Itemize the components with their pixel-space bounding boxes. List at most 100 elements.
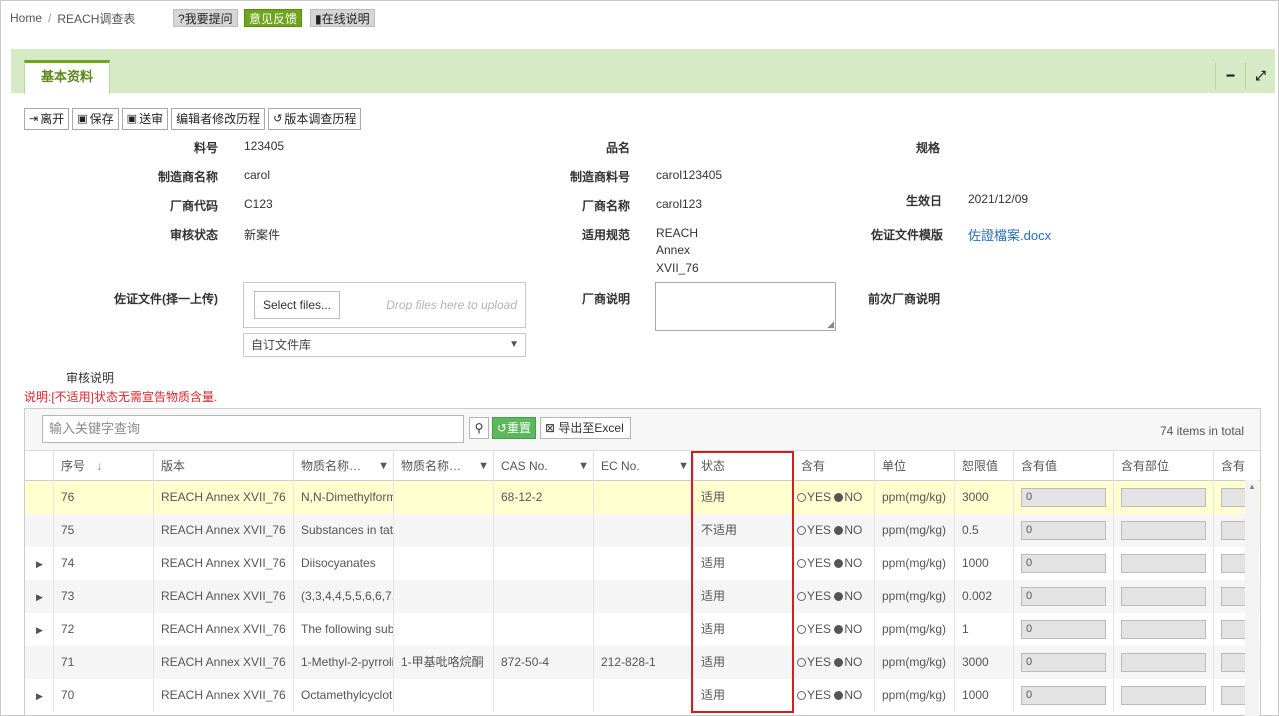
cell-name-en: Octamethylcyclot <box>293 679 393 712</box>
radio-yes[interactable] <box>797 526 806 535</box>
tab-basic-info[interactable]: 基本资料 <box>24 60 110 94</box>
col-location[interactable]: 含有部位 <box>1113 451 1213 481</box>
expand-icon[interactable]: ⤢ <box>1245 63 1275 89</box>
radio-yes[interactable] <box>797 493 806 502</box>
col-contains[interactable]: 含有 <box>793 451 874 481</box>
location-input[interactable] <box>1121 587 1206 606</box>
file-upload-area[interactable]: Select files... Drop files here to uploa… <box>243 282 526 328</box>
radio-yes[interactable] <box>797 559 806 568</box>
cell-seq: 74 <box>53 547 153 580</box>
maker-part-label: 制造商料号 <box>569 170 630 184</box>
col-name-cn[interactable]: 物质名称… ▼ <box>393 451 493 481</box>
cell-value: 0 <box>1013 646 1113 679</box>
radio-yes[interactable] <box>797 658 806 667</box>
location-input[interactable] <box>1121 653 1206 672</box>
col-limit[interactable]: 恕限值 <box>954 451 1013 481</box>
cell-contains: YES NO <box>793 679 874 712</box>
cell-version: REACH Annex XVII_76 <box>153 613 293 646</box>
yes-label: YES <box>807 622 832 636</box>
radio-yes[interactable] <box>797 625 806 634</box>
resize-grip-icon[interactable]: ◢ <box>827 319 834 330</box>
col-cas[interactable]: CAS No. ▼ <box>493 451 593 481</box>
col-unit[interactable]: 单位 <box>874 451 954 481</box>
value-input[interactable]: 0 <box>1021 554 1106 573</box>
select-files-button[interactable]: Select files... <box>254 291 340 319</box>
table-row[interactable]: ▶ 73 REACH Annex XVII_76 (3,3,4,4,5,5,6,… <box>25 580 1260 613</box>
cell-ec: 212-828-1 <box>593 646 693 679</box>
radio-no[interactable] <box>834 526 844 535</box>
table-row[interactable]: ▶ 72 REACH Annex XVII_76 The following s… <box>25 613 1260 646</box>
filter-icon[interactable]: ▼ <box>478 451 489 481</box>
submit-button[interactable]: ▣ 送审 <box>121 108 169 130</box>
filter-icon[interactable]: ▼ <box>678 451 689 481</box>
radio-no[interactable] <box>834 559 844 568</box>
cell-ec <box>593 679 693 712</box>
cell-unit: ppm(mg/kg) <box>874 514 954 547</box>
online-help-button[interactable]: ▮在线说明 <box>310 9 375 27</box>
search-icon[interactable]: ⚲ <box>469 417 489 439</box>
col-value[interactable]: 含有值 <box>1013 451 1113 481</box>
save-button[interactable]: ▣ 保存 <box>72 108 119 130</box>
vendor-note-textarea[interactable]: ◢ <box>655 282 836 331</box>
value-input[interactable]: 0 <box>1021 587 1106 606</box>
value-input[interactable]: 0 <box>1021 620 1106 639</box>
filter-icon[interactable]: ▼ <box>578 451 589 481</box>
expand-arrow-icon[interactable]: ▶ <box>36 691 43 702</box>
cell-seq: 76 <box>53 481 153 514</box>
col-version[interactable]: 版本 <box>153 451 293 481</box>
radio-yes[interactable] <box>797 592 806 601</box>
breadcrumb-home[interactable]: Home <box>10 11 42 25</box>
table-row[interactable]: ▶ 74 REACH Annex XVII_76 Diisocyanates 适… <box>25 547 1260 580</box>
filter-icon[interactable]: ▼ <box>378 451 389 481</box>
table-row[interactable]: 76 REACH Annex XVII_76 N,N-Dimethylform … <box>25 481 1260 514</box>
regulation-value-1: REACH <box>656 226 699 240</box>
location-input[interactable] <box>1121 488 1206 507</box>
leave-button[interactable]: ⇥ 离开 <box>24 108 70 130</box>
radio-no[interactable] <box>834 691 844 700</box>
ask-question-button[interactable]: ?我要提问 <box>173 9 238 27</box>
feedback-button[interactable]: 意见反馈 <box>244 9 303 27</box>
breadcrumb: Home / REACH调查表 <box>10 10 135 26</box>
radio-no[interactable] <box>834 625 844 634</box>
table-row[interactable]: 71 REACH Annex XVII_76 1-Methyl-2-pyrrol… <box>25 646 1260 679</box>
no-label: NO <box>844 589 863 603</box>
cell-unit: ppm(mg/kg) <box>874 679 954 712</box>
expand-arrow-icon[interactable]: ▶ <box>36 592 43 603</box>
radio-yes[interactable] <box>797 691 806 700</box>
col-ec[interactable]: EC No. ▼ <box>593 451 693 481</box>
export-excel-button[interactable]: ⊠ 导出至Excel <box>540 417 631 439</box>
col-seq[interactable]: 序号 ↓ <box>53 451 153 481</box>
library-dropdown[interactable]: 自订文件库 ▼ <box>243 333 526 357</box>
expand-arrow-icon[interactable]: ▶ <box>36 625 43 636</box>
col-contains-2[interactable]: 含有 <box>1213 451 1253 481</box>
cell-location <box>1113 613 1213 646</box>
scroll-up-icon[interactable]: ▲ <box>1248 482 1256 491</box>
value-input[interactable]: 0 <box>1021 521 1106 540</box>
minus-icon[interactable]: ━ <box>1215 63 1245 89</box>
search-input[interactable]: 输入关键字查询 <box>42 415 464 443</box>
col-status[interactable]: 状态 <box>693 451 793 481</box>
table-row[interactable]: 75 REACH Annex XVII_76 Substances in tat… <box>25 514 1260 547</box>
cell-version: REACH Annex XVII_76 <box>153 646 293 679</box>
radio-no[interactable] <box>834 658 844 667</box>
location-input[interactable] <box>1121 554 1206 573</box>
col-name-en[interactable]: 物质名称… ▼ <box>293 451 393 481</box>
value-input[interactable]: 0 <box>1021 686 1106 705</box>
version-history-button[interactable]: ↺ 版本调查历程 <box>268 108 362 130</box>
cell-cas <box>493 547 593 580</box>
radio-no[interactable] <box>834 592 844 601</box>
template-file-link[interactable]: 佐證檔案.docx <box>968 225 1051 244</box>
location-input[interactable] <box>1121 521 1206 540</box>
value-input[interactable]: 0 <box>1021 653 1106 672</box>
editor-history-button[interactable]: 编辑者修改历程 <box>171 108 266 130</box>
vertical-scrollbar[interactable]: ▲ <box>1245 480 1259 716</box>
radio-no[interactable] <box>834 493 844 502</box>
location-input[interactable] <box>1121 686 1206 705</box>
cell-name-cn <box>393 613 493 646</box>
cell-name-cn <box>393 580 493 613</box>
reset-button[interactable]: ↺重置 <box>492 417 536 439</box>
value-input[interactable]: 0 <box>1021 488 1106 507</box>
expand-arrow-icon[interactable]: ▶ <box>36 559 43 570</box>
table-row[interactable]: ▶ 70 REACH Annex XVII_76 Octamethylcyclo… <box>25 679 1260 712</box>
location-input[interactable] <box>1121 620 1206 639</box>
